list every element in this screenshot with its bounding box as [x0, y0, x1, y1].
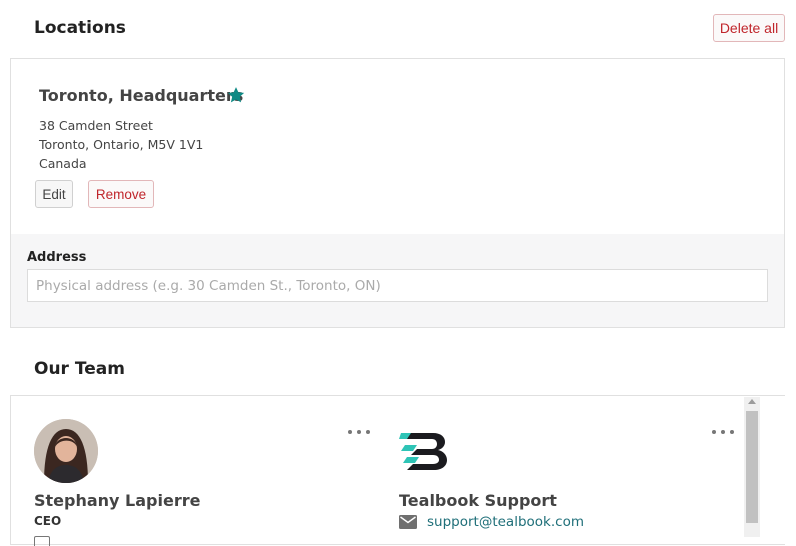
location-card: Toronto, Headquarters 38 Camden Street T… [10, 58, 785, 328]
remove-location-button[interactable]: Remove [88, 180, 154, 208]
address-label: Address [27, 250, 87, 265]
location-name: Toronto, Headquarters [39, 86, 244, 105]
team-member-card: Tealbook Support support@tealbook.com [366, 396, 741, 546]
mail-icon [399, 515, 417, 529]
scroll-up-icon[interactable] [748, 399, 756, 404]
scrollbar[interactable] [744, 397, 760, 537]
member-role: CEO [34, 514, 62, 528]
edit-location-button[interactable]: Edit [35, 180, 73, 208]
member-email-row: support@tealbook.com [399, 514, 584, 530]
member-email-link[interactable]: support@tealbook.com [427, 514, 584, 530]
avatar[interactable] [34, 419, 98, 483]
scrollbar-thumb[interactable] [746, 411, 758, 523]
team-card: Stephany Lapierre CEO Tealbook Support s… [10, 395, 785, 546]
star-icon[interactable] [226, 85, 246, 105]
member-name: Tealbook Support [399, 491, 557, 510]
address-form: Address [11, 234, 784, 327]
delete-all-button[interactable]: Delete all [713, 14, 785, 42]
address-line-2: Toronto, Ontario, M5V 1V1 [39, 137, 204, 152]
address-line-3: Canada [39, 156, 87, 171]
member-name: Stephany Lapierre [34, 491, 201, 510]
tealbook-logo [399, 433, 447, 470]
more-options-icon[interactable] [712, 427, 734, 437]
address-line-1: 38 Camden Street [39, 118, 153, 133]
locations-title: Locations [34, 18, 126, 38]
contact-icon [34, 536, 50, 546]
member-contact-row [34, 536, 174, 546]
team-title: Our Team [34, 359, 125, 379]
address-input[interactable] [27, 269, 768, 302]
team-member-card: Stephany Lapierre CEO [11, 396, 370, 546]
